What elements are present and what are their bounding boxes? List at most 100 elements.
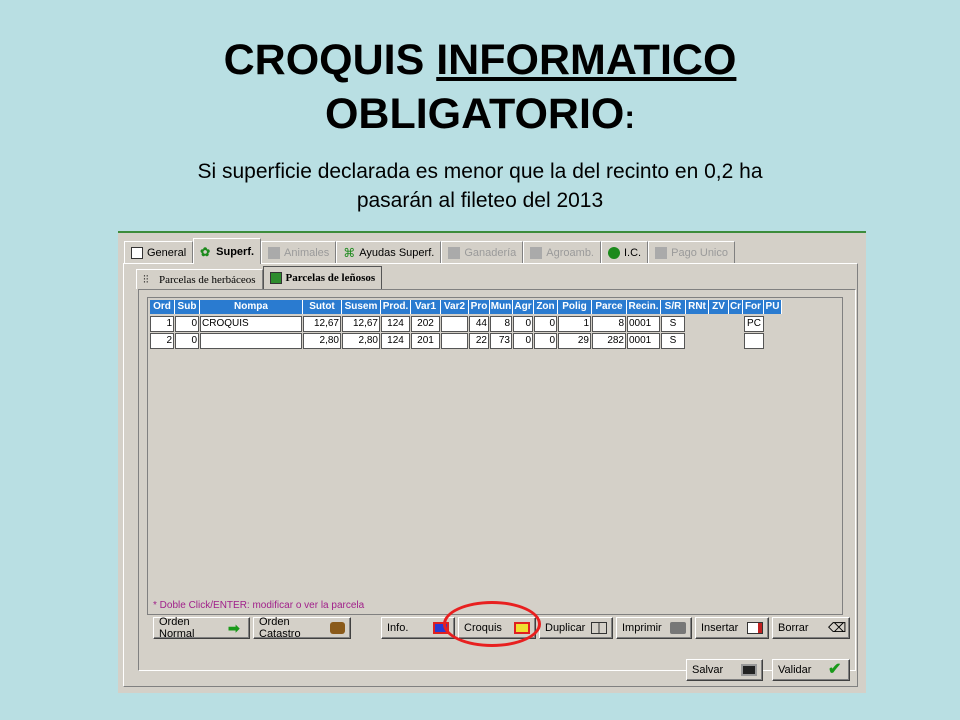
cell-susem[interactable]: 12,67	[342, 316, 380, 332]
button-label: Borrar	[778, 622, 809, 634]
tab-label: I.C.	[624, 246, 642, 259]
tab-pago-unico[interactable]: Pago Unico	[648, 241, 735, 263]
tab-ayudas-superf[interactable]: ⌘ Ayudas Superf.	[336, 241, 442, 263]
col-rnt[interactable]: RNt	[686, 300, 709, 314]
tab-label: Agroamb.	[546, 246, 594, 259]
col-prod[interactable]: Prod.	[381, 300, 411, 314]
cell-susem[interactable]: 2,80	[342, 333, 380, 349]
cell-recin[interactable]: 0001	[627, 333, 660, 349]
cell-sub[interactable]: 0	[175, 316, 199, 332]
cell-agr[interactable]: 0	[513, 333, 533, 349]
cell-zon[interactable]: 0	[534, 333, 557, 349]
cell-agr[interactable]: 0	[513, 316, 533, 332]
col-mun[interactable]: Mun	[490, 300, 513, 314]
col-sub[interactable]: Sub	[175, 300, 200, 314]
herbaceous-icon: ⫶⫶	[143, 273, 149, 286]
tab-label: Ayudas Superf.	[359, 246, 435, 259]
title-colon: :	[624, 99, 636, 135]
cell-for[interactable]: PC	[744, 316, 764, 332]
cell-polig[interactable]: 1	[558, 316, 591, 332]
button-label: Duplicar	[545, 622, 586, 634]
col-zon[interactable]: Zon	[534, 300, 558, 314]
cell-var1[interactable]: 202	[411, 316, 440, 332]
cell-var2[interactable]	[441, 316, 468, 332]
tab-ic[interactable]: I.C.	[601, 241, 649, 263]
insert-icon	[747, 622, 763, 634]
col-recin[interactable]: Recin.	[627, 300, 661, 314]
cell-ord[interactable]: 1	[150, 316, 174, 332]
tab-label: General	[147, 246, 187, 259]
subtab-lenosos[interactable]: Parcelas de leñosos	[262, 266, 383, 289]
orden-catastro-button[interactable]: Orden Catastro	[253, 616, 351, 640]
main-tabs: General ✿ Superf. Animales ⌘ Ayudas Superf…	[124, 238, 735, 264]
salvar-button[interactable]: Salvar	[686, 659, 763, 681]
tab-animales[interactable]: Animales	[261, 241, 337, 263]
subtab-herbaceos[interactable]: ⫶⫶ Parcelas de herbáceos	[136, 269, 263, 289]
cell-var2[interactable]	[441, 333, 468, 349]
insertar-button[interactable]: Insertar	[695, 617, 769, 639]
cell-prod[interactable]: 124	[381, 316, 410, 332]
table-row[interactable]: 1 0 CROQUIS 12,67 12,67 124 202 44 8 0 0…	[150, 316, 765, 332]
duplicar-button[interactable]: Duplicar	[539, 617, 613, 639]
col-polig[interactable]: Polig	[558, 300, 592, 314]
checkmark-icon: ✔	[828, 661, 842, 678]
tab-general[interactable]: General	[124, 241, 194, 263]
cell-parce[interactable]: 8	[592, 316, 626, 332]
cell-mun[interactable]: 73	[490, 333, 512, 349]
validar-button[interactable]: Validar ✔	[772, 659, 850, 681]
cell-pro[interactable]: 22	[469, 333, 489, 349]
cell-sub[interactable]: 0	[175, 333, 199, 349]
table-row[interactable]: 2 0 2,80 2,80 124 201 22 73 0 0 29 282 0…	[150, 333, 765, 349]
cell-recin[interactable]: 0001	[627, 316, 660, 332]
imprimir-button[interactable]: Imprimir	[616, 617, 692, 639]
cell-sr[interactable]: S	[661, 333, 685, 349]
info-button[interactable]: Info.	[381, 617, 455, 639]
cell-nompa[interactable]	[200, 333, 302, 349]
grid-icon: ⌘	[343, 245, 356, 260]
cell-polig[interactable]: 29	[558, 333, 591, 349]
col-cr[interactable]: Cr	[729, 300, 743, 314]
subtab-label: Parcelas de leñosos	[285, 272, 376, 284]
cell-zon[interactable]: 0	[534, 316, 557, 332]
col-var2[interactable]: Var2	[441, 300, 469, 314]
slide-title-line1: CROQUIS INFORMATICO	[0, 34, 960, 86]
col-parce[interactable]: Parce	[592, 300, 627, 314]
col-sr[interactable]: S/R	[661, 300, 686, 314]
tab-agroamb[interactable]: Agroamb.	[523, 241, 601, 263]
col-agr[interactable]: Agr	[513, 300, 534, 314]
col-susem[interactable]: Susem	[342, 300, 381, 314]
button-label: Salvar	[692, 664, 724, 676]
info-map-icon	[433, 622, 449, 634]
col-zv[interactable]: ZV	[709, 300, 729, 314]
duplicate-icon	[591, 622, 607, 634]
title-line2: OBLIGATORIO	[324, 90, 625, 138]
borrar-button[interactable]: Borrar ⌫	[772, 617, 850, 639]
col-for[interactable]: For	[743, 300, 764, 314]
col-pu[interactable]: PU	[764, 300, 782, 314]
cell-for[interactable]	[744, 333, 764, 349]
slide-title-line2: OBLIGATORIO:	[0, 88, 960, 143]
cell-sutot[interactable]: 2,80	[303, 333, 341, 349]
orden-normal-button[interactable]: Orden Normal ➡	[153, 616, 250, 640]
cell-pro[interactable]: 44	[469, 316, 489, 332]
arrow-right-icon: ➡	[228, 620, 240, 636]
cell-parce[interactable]: 282	[592, 333, 626, 349]
cell-sutot[interactable]: 12,67	[303, 316, 341, 332]
cell-ord[interactable]: 2	[150, 333, 174, 349]
cell-var1[interactable]: 201	[411, 333, 440, 349]
sketch-icon	[514, 622, 530, 634]
tab-ganaderia[interactable]: Ganadería	[441, 241, 524, 263]
col-pro[interactable]: Pro	[469, 300, 490, 314]
tab-superf[interactable]: ✿ Superf.	[193, 238, 262, 264]
cell-sr[interactable]: S	[661, 316, 685, 332]
croquis-button[interactable]: Croquis	[458, 617, 536, 639]
payment-icon	[655, 246, 668, 259]
col-nompa[interactable]: Nompa	[200, 300, 303, 314]
cell-prod[interactable]: 124	[381, 333, 410, 349]
col-var1[interactable]: Var1	[411, 300, 441, 314]
col-ord[interactable]: Ord	[150, 300, 175, 314]
cell-nompa[interactable]: CROQUIS	[200, 316, 302, 332]
cell-mun[interactable]: 8	[490, 316, 512, 332]
tab-label: Animales	[284, 246, 330, 259]
col-sutot[interactable]: Sutot	[303, 300, 342, 314]
